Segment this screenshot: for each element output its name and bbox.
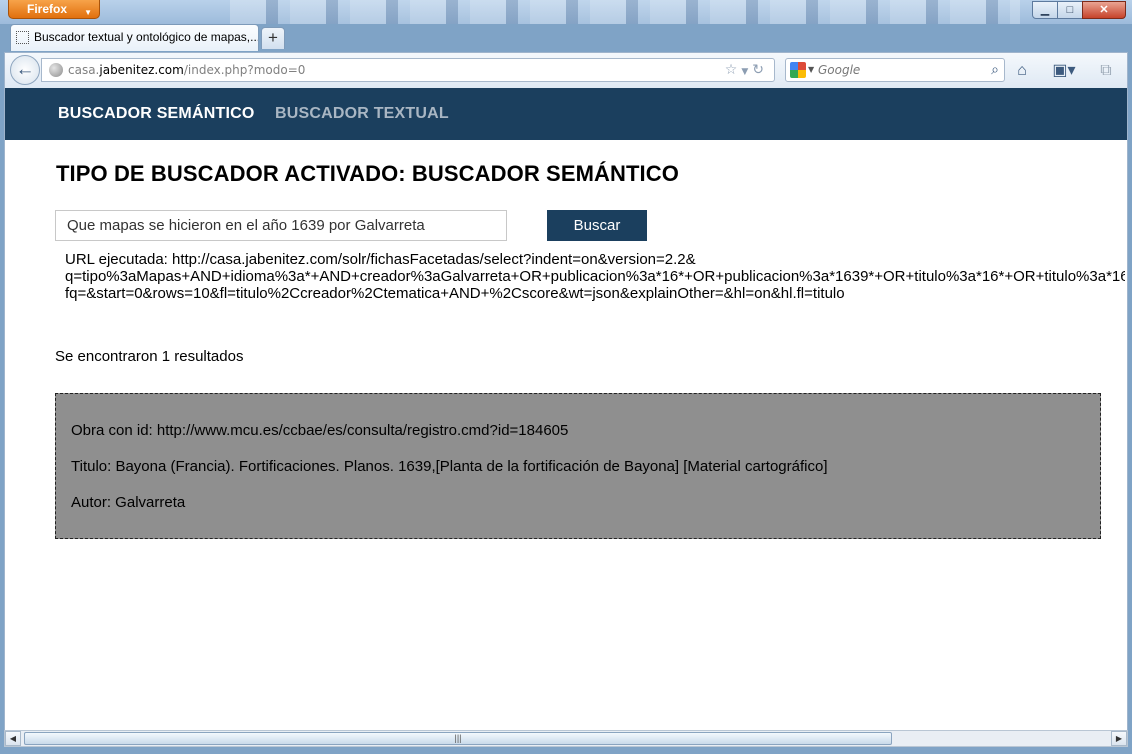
site-navbar: BUSCADOR SEMÁNTICO BUSCADOR TEXTUAL: [5, 88, 1127, 140]
google-engine-icon[interactable]: [790, 62, 806, 78]
firefox-menu-button[interactable]: Firefox ▼: [8, 0, 100, 19]
reload-icon[interactable]: ↻: [752, 62, 768, 78]
titlebar-decoration: [230, 0, 1020, 24]
window-controls: ▁ □ ✕: [1032, 1, 1126, 19]
url-host: jabenitez.com: [99, 63, 184, 77]
result-id: Obra con id: http://www.mcu.es/ccbae/es/…: [71, 422, 569, 439]
result-title: Titulo: Bayona (Francia). Fortificacione…: [71, 458, 828, 475]
tab-active[interactable]: Buscador textual y ontológico de mapas,.…: [10, 24, 259, 51]
nav-buscador-semantico[interactable]: BUSCADOR SEMÁNTICO: [58, 105, 255, 123]
history-dropdown-icon[interactable]: ▼: [741, 67, 752, 77]
home-icon[interactable]: ⌂: [1011, 61, 1033, 81]
back-arrow-icon[interactable]: ←: [10, 55, 40, 85]
globe-icon: [49, 63, 63, 77]
tab-strip: Buscador textual y ontológico de mapas,.…: [0, 24, 1132, 52]
search-bar[interactable]: ▼ Google ⌕: [785, 58, 1005, 82]
search-icon[interactable]: ⌕: [991, 59, 999, 81]
new-tab-button[interactable]: +: [261, 27, 285, 49]
search-placeholder: Google: [818, 63, 861, 77]
window-titlebar: Firefox ▼ ▁ □ ✕: [0, 0, 1132, 24]
url-bar-icons: ☆▼↻: [725, 59, 768, 83]
addons-icon[interactable]: ⧉: [1095, 61, 1117, 81]
page-viewport: BUSCADOR SEMÁNTICO BUSCADOR TEXTUAL TIPO…: [4, 88, 1128, 730]
scroll-right-icon[interactable]: ▶: [1111, 731, 1127, 746]
maximize-button[interactable]: □: [1057, 1, 1083, 19]
url-prefix: casa.: [68, 63, 100, 77]
result-card: Obra con id: http://www.mcu.es/ccbae/es/…: [55, 393, 1101, 539]
url-path: /index.php?modo=0: [183, 63, 306, 77]
page-title: TIPO DE BUSCADOR ACTIVADO: BUSCADOR SEMÁ…: [56, 161, 679, 186]
search-button[interactable]: Buscar: [547, 210, 647, 241]
scroll-left-icon[interactable]: ◀: [5, 731, 21, 746]
result-count: Se encontraron 1 resultados: [55, 348, 244, 365]
executed-url-line: q=tipo%3aMapas+AND+idioma%3a*+AND+creado…: [65, 268, 1125, 285]
chevron-down-icon: ▼: [84, 8, 92, 17]
horizontal-scrollbar[interactable]: ◀ ||| ▶: [4, 730, 1128, 747]
nav-buscador-textual[interactable]: BUSCADOR TEXTUAL: [275, 105, 449, 123]
scrollbar-thumb[interactable]: |||: [24, 732, 892, 745]
result-author: Autor: Galvarreta: [71, 494, 186, 511]
search-input[interactable]: [55, 210, 507, 241]
navigation-toolbar: ← casa.jabenitez.com/index.php?modo=0 ☆▼…: [4, 52, 1128, 88]
firefox-menu-label: Firefox: [27, 2, 68, 16]
executed-url-line: URL ejecutada: http://casa.jabenitez.com…: [65, 251, 696, 268]
page-favicon-icon: [16, 31, 29, 44]
close-window-button[interactable]: ✕: [1082, 1, 1126, 19]
executed-url-line: fq=&start=0&rows=10&fl=titulo%2Ccreador%…: [65, 285, 845, 302]
tab-title: Buscador textual y ontológico de mapas,.…: [34, 30, 259, 44]
url-bar[interactable]: casa.jabenitez.com/index.php?modo=0 ☆▼↻: [41, 58, 775, 82]
minimize-button[interactable]: ▁: [1032, 1, 1058, 19]
bookmarks-icon[interactable]: ▣▾: [1047, 61, 1081, 81]
bookmark-star-icon[interactable]: ☆: [725, 62, 742, 78]
executed-url: URL ejecutada: http://casa.jabenitez.com…: [65, 251, 1125, 302]
engine-dropdown-icon[interactable]: ▼: [808, 59, 814, 81]
